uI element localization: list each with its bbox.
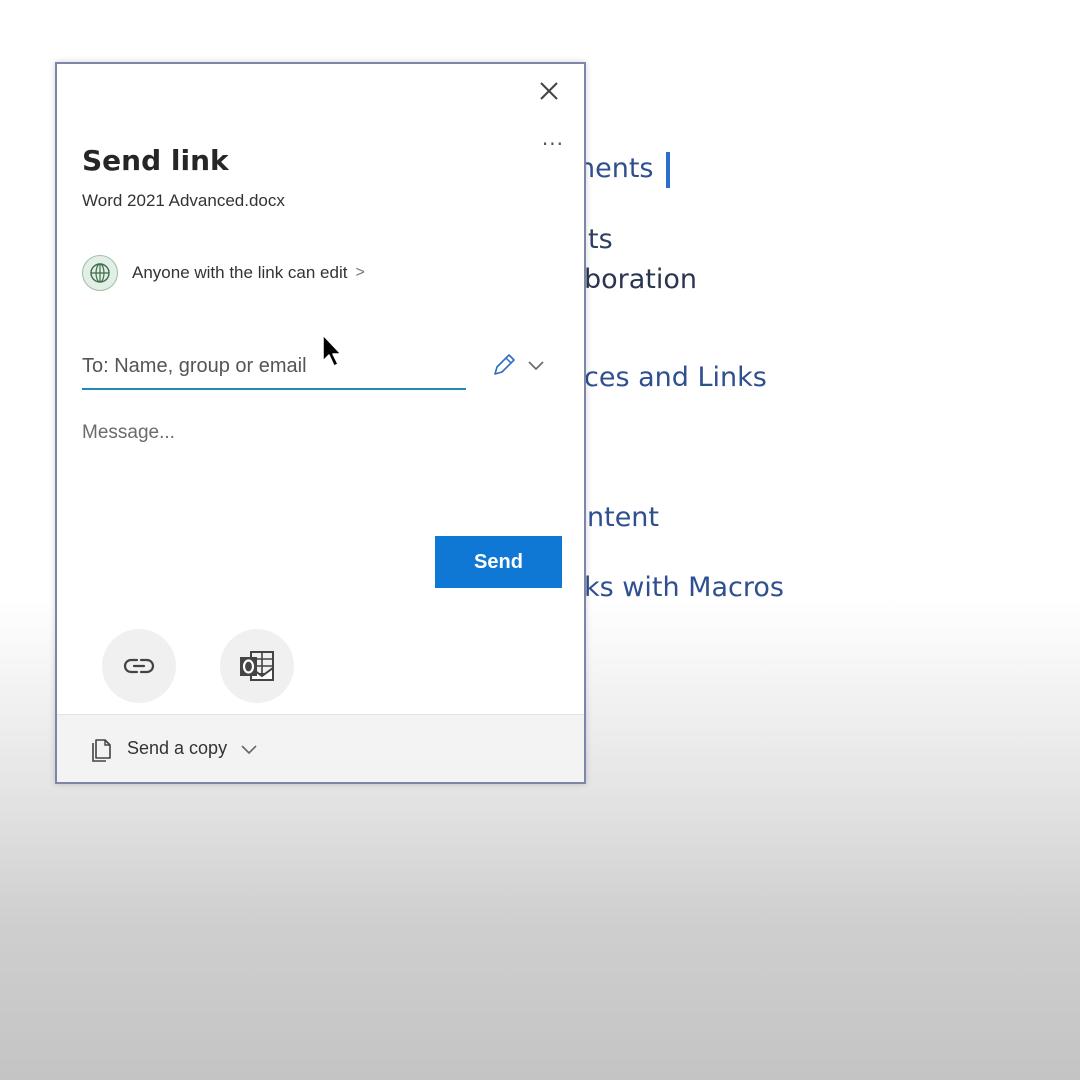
copy-document-icon xyxy=(92,738,111,762)
more-options-button[interactable]: ··· xyxy=(542,134,564,154)
send-button[interactable]: Send xyxy=(435,536,562,588)
outlook-button[interactable] xyxy=(220,629,294,703)
doc-heading-line: boration xyxy=(584,264,698,295)
send-a-copy-button[interactable]: Send a copy xyxy=(89,736,259,762)
recipient-input[interactable] xyxy=(82,344,466,390)
globe-icon xyxy=(82,255,118,291)
message-input[interactable] xyxy=(82,422,562,512)
chevron-down-icon xyxy=(241,744,257,754)
recipient-permission-dropdown[interactable] xyxy=(489,350,547,380)
link-permission-label: Anyone with the link can edit xyxy=(132,263,348,282)
doc-heading-line: ces and Links xyxy=(584,362,767,393)
doc-heading-line: ts xyxy=(588,224,613,255)
chevron-down-icon xyxy=(528,361,544,371)
doc-heading-line: ks with Macros xyxy=(584,572,784,603)
close-button[interactable] xyxy=(536,78,562,104)
chevron-right-icon: > xyxy=(355,264,365,281)
send-a-copy-label: Send a copy xyxy=(127,738,228,758)
dialog-footer: Send a copy xyxy=(57,714,584,782)
more-options-icon: ··· xyxy=(541,132,564,156)
send-link-dialog: ··· Send link Word 2021 Advanced.docx An… xyxy=(55,62,586,784)
file-name: Word 2021 Advanced.docx xyxy=(82,191,285,210)
link-icon xyxy=(123,658,155,674)
doc-heading-line: ntent xyxy=(587,502,660,533)
doc-heading-line: nents xyxy=(578,153,654,184)
text-cursor xyxy=(666,152,670,188)
link-permission-button[interactable]: Anyone with the link can edit > xyxy=(82,254,365,292)
close-icon xyxy=(540,82,558,100)
copy-link-button[interactable] xyxy=(102,629,176,703)
pencil-icon xyxy=(494,354,515,375)
outlook-icon xyxy=(240,651,274,681)
dialog-title: Send link xyxy=(82,144,229,177)
